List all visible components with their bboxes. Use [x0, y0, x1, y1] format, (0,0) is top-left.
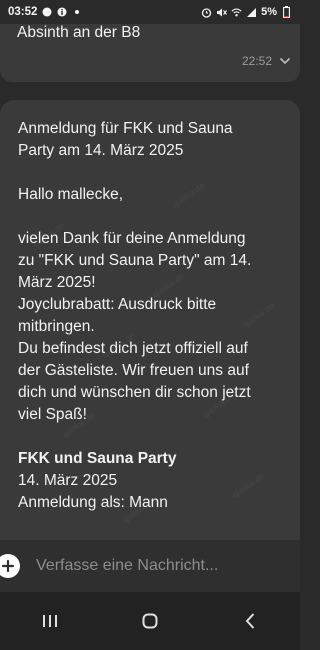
previous-message-bubble[interactable]: Absinth an der B8 22:52	[0, 24, 300, 82]
previous-message-text: Absinth an der B8	[17, 24, 141, 41]
home-button[interactable]	[130, 601, 170, 641]
battery-level: 5%	[261, 6, 277, 18]
plus-icon	[1, 559, 15, 573]
status-bar: 03:52 5%	[0, 0, 300, 24]
event-date: 14. März 2025	[18, 472, 118, 489]
status-right: 5%	[201, 6, 292, 18]
message-line: Du befindest dich jetzt offiziell auf	[18, 340, 248, 357]
previous-message-time: 22:52	[241, 54, 272, 68]
navigation-bar	[0, 592, 300, 650]
message-line: viel Spaß!	[18, 406, 87, 423]
back-button[interactable]	[230, 601, 270, 641]
message-title-line: Anmeldung für FKK und Sauna	[18, 120, 233, 137]
message-body: Anmeldung für FKK und Sauna Party am 14.…	[18, 118, 288, 514]
battery-icon	[281, 6, 292, 18]
status-left: 03:52	[8, 6, 82, 18]
home-icon	[142, 613, 158, 629]
wifi-icon	[231, 7, 242, 18]
previous-message-meta: 22:52	[242, 54, 292, 68]
recent-apps-icon	[43, 615, 57, 627]
message-line: dich und wünschen dir schon jetzt	[18, 384, 251, 401]
message-line: März 2025!	[18, 274, 96, 291]
message-line: Joyclubrabatt: Ausdruck bitte	[18, 296, 217, 313]
add-attachment-button[interactable]	[0, 554, 20, 578]
mute-icon	[216, 7, 228, 18]
chevron-down-icon[interactable]	[278, 54, 292, 68]
message-line: mitbringen.	[18, 318, 95, 335]
notification-dot-icon	[41, 7, 52, 18]
event-name: FKK und Sauna Party	[18, 450, 177, 467]
alarm-icon	[201, 7, 212, 18]
back-icon	[245, 613, 255, 629]
status-time: 03:52	[8, 6, 38, 18]
message-title-line: Party am 14. März 2025	[18, 142, 184, 159]
compose-bar	[0, 540, 300, 592]
signal-icon	[246, 7, 257, 18]
recent-apps-button[interactable]	[30, 601, 70, 641]
message-line: der Gästeliste. Wir freuen uns auf	[18, 362, 249, 379]
info-icon	[56, 7, 67, 18]
screen: 03:52 5% Absinth an der B8 22:52 quoka.d…	[0, 0, 300, 650]
dot-icon	[71, 7, 82, 18]
message-greeting: Hallo mallecke,	[18, 186, 124, 203]
registered-as: Anmeldung als: Mann	[18, 494, 168, 511]
message-bubble[interactable]: quoka.de quoka.de quoka.de quoka.de quok…	[0, 100, 300, 540]
message-line: zu "FKK und Sauna Party" am 14.	[18, 252, 252, 269]
message-line: vielen Dank für deine Anmeldung	[18, 230, 246, 247]
message-input[interactable]	[36, 557, 276, 575]
